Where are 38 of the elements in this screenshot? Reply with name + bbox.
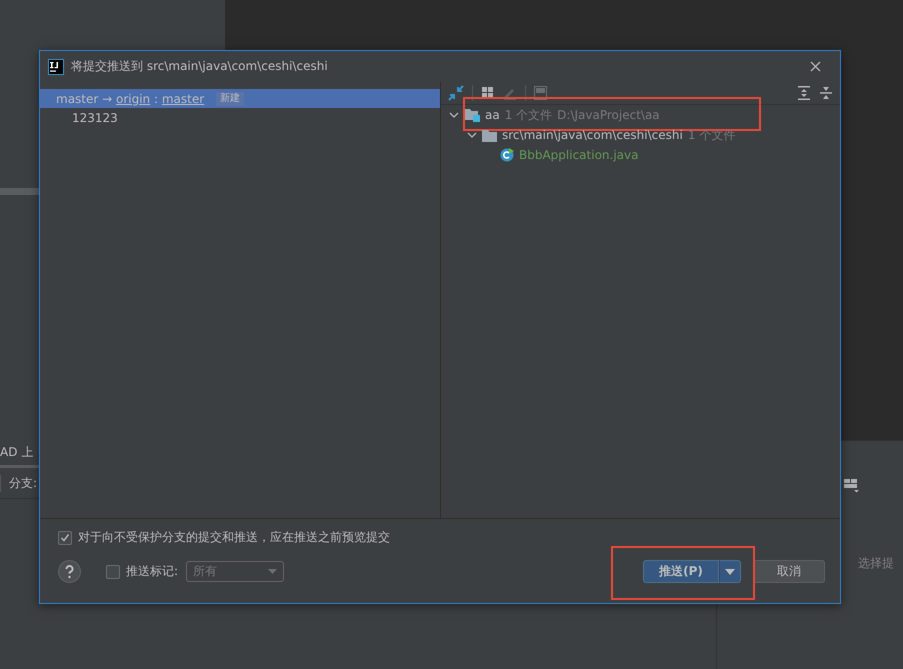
checkbox[interactable]	[58, 530, 72, 544]
checkbox-label: 对于向不受保护分支的提交和推送，应在推送之前预览提交	[78, 529, 390, 546]
pencil-icon[interactable]	[503, 86, 517, 100]
class-icon	[500, 148, 514, 162]
checkbox-label: 推送标记:	[126, 563, 178, 580]
module-folder-icon	[464, 108, 480, 122]
dropdown-arrow-icon	[268, 569, 278, 574]
expand-all-icon[interactable]	[797, 86, 811, 100]
cancel-button[interactable]: 取消	[753, 560, 825, 583]
layout-icon[interactable]	[844, 479, 860, 493]
help-icon[interactable]	[58, 560, 81, 583]
push-button[interactable]: 推送(P)	[643, 560, 719, 583]
checkbox[interactable]	[106, 564, 120, 578]
window-title: 将提交推送到 src\main\java\com\ceshi\ceshi	[71, 58, 328, 75]
dropdown-arrow-icon	[725, 568, 735, 574]
new-badge: 新建	[216, 92, 244, 106]
tree-node-label[interactable]: aa	[485, 108, 500, 122]
file-count: 1 个文件	[504, 106, 552, 124]
chevron-icon[interactable]	[467, 130, 477, 140]
group-by-icon[interactable]	[481, 86, 495, 100]
branch-filter-label: 分支:	[0, 474, 38, 492]
tool-window-tab[interactable]: AD 上	[0, 444, 34, 461]
tree-node-label[interactable]: src\main\java\com\ceshi\ceshi	[502, 128, 683, 142]
commit-row[interactable]: 123123	[40, 108, 440, 128]
save-icon[interactable]	[534, 86, 547, 100]
empty-hint: 选择提	[858, 555, 894, 572]
file-count: 1 个文件	[688, 126, 736, 144]
tree-node-label[interactable]: BbbApplication.java	[519, 148, 638, 162]
app-logo-icon	[48, 58, 64, 74]
close-icon[interactable]	[810, 61, 821, 72]
chevron-icon[interactable]	[449, 110, 459, 120]
tags-dropdown[interactable]: 所有	[186, 561, 284, 582]
scrollbar[interactable]	[0, 188, 40, 195]
arrows-icon[interactable]	[448, 85, 464, 101]
branch-row[interactable]: master → origin : master 新建	[40, 89, 440, 108]
path-label: D:\JavaProject\aa	[557, 108, 660, 122]
collapse-all-icon[interactable]	[819, 86, 833, 100]
push-options-button[interactable]	[719, 560, 741, 583]
